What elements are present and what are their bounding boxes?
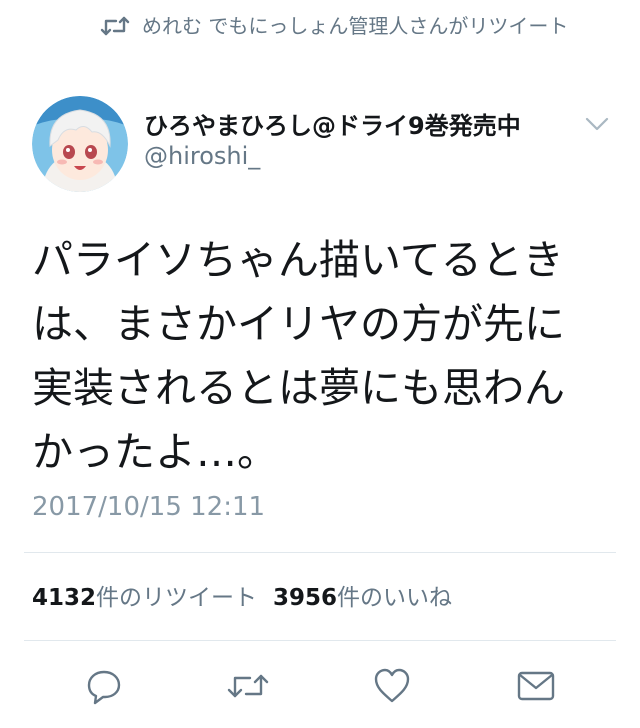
retweet-context-text: めれむ でもにっしょん管理人さんがリツイート [142,14,569,38]
user-handle[interactable]: @hiroshi_ [144,142,260,170]
retweet-icon [227,674,269,698]
action-bar [0,664,640,708]
tweet-header: ひろやまひろし@ドライ9巻発売中 @hiroshi_ [32,96,617,196]
like-stat[interactable]: 3956件のいいね [273,585,452,611]
reply-icon [87,670,121,705]
retweet-context[interactable]: めれむ でもにっしょん管理人さんがリツイート [100,12,570,40]
retweet-icon [100,16,130,36]
retweet-stat[interactable]: 4132件のリツイート [32,585,257,611]
tweet-timestamp[interactable]: 2017/10/15 12:11 [32,492,265,522]
heart-icon [374,668,410,703]
like-stat-label: 件のいいね [337,585,453,611]
tweet-text-line: パライソちゃん描いてるとき [32,236,564,284]
tweet-text-line: かったよ…。 [32,428,278,476]
tweet-text-line: 実装されるとは夢にも思わん [32,364,565,412]
divider [24,552,616,553]
envelope-icon [517,671,555,701]
like-count: 3956 [273,585,338,611]
divider [24,640,616,641]
tweet-text-line: は、まさかイリヤの方が先に [32,300,565,348]
chevron-down-icon[interactable] [583,114,611,134]
like-button[interactable] [370,664,414,708]
retweet-count: 4132 [32,585,97,611]
avatar[interactable] [32,96,128,192]
reply-button[interactable] [82,664,126,708]
direct-message-button[interactable] [514,664,558,708]
retweet-button[interactable] [226,664,270,708]
tweet-text: パライソちゃん描いてるとき は、まさかイリヤの方が先に 実装されるとは夢にも思わ… [32,228,602,484]
retweet-stat-label: 件のリツイート [96,585,258,611]
display-name[interactable]: ひろやまひろし@ドライ9巻発売中 [144,106,521,141]
tweet-stats: 4132件のリツイート 3956件のいいね [32,578,452,612]
